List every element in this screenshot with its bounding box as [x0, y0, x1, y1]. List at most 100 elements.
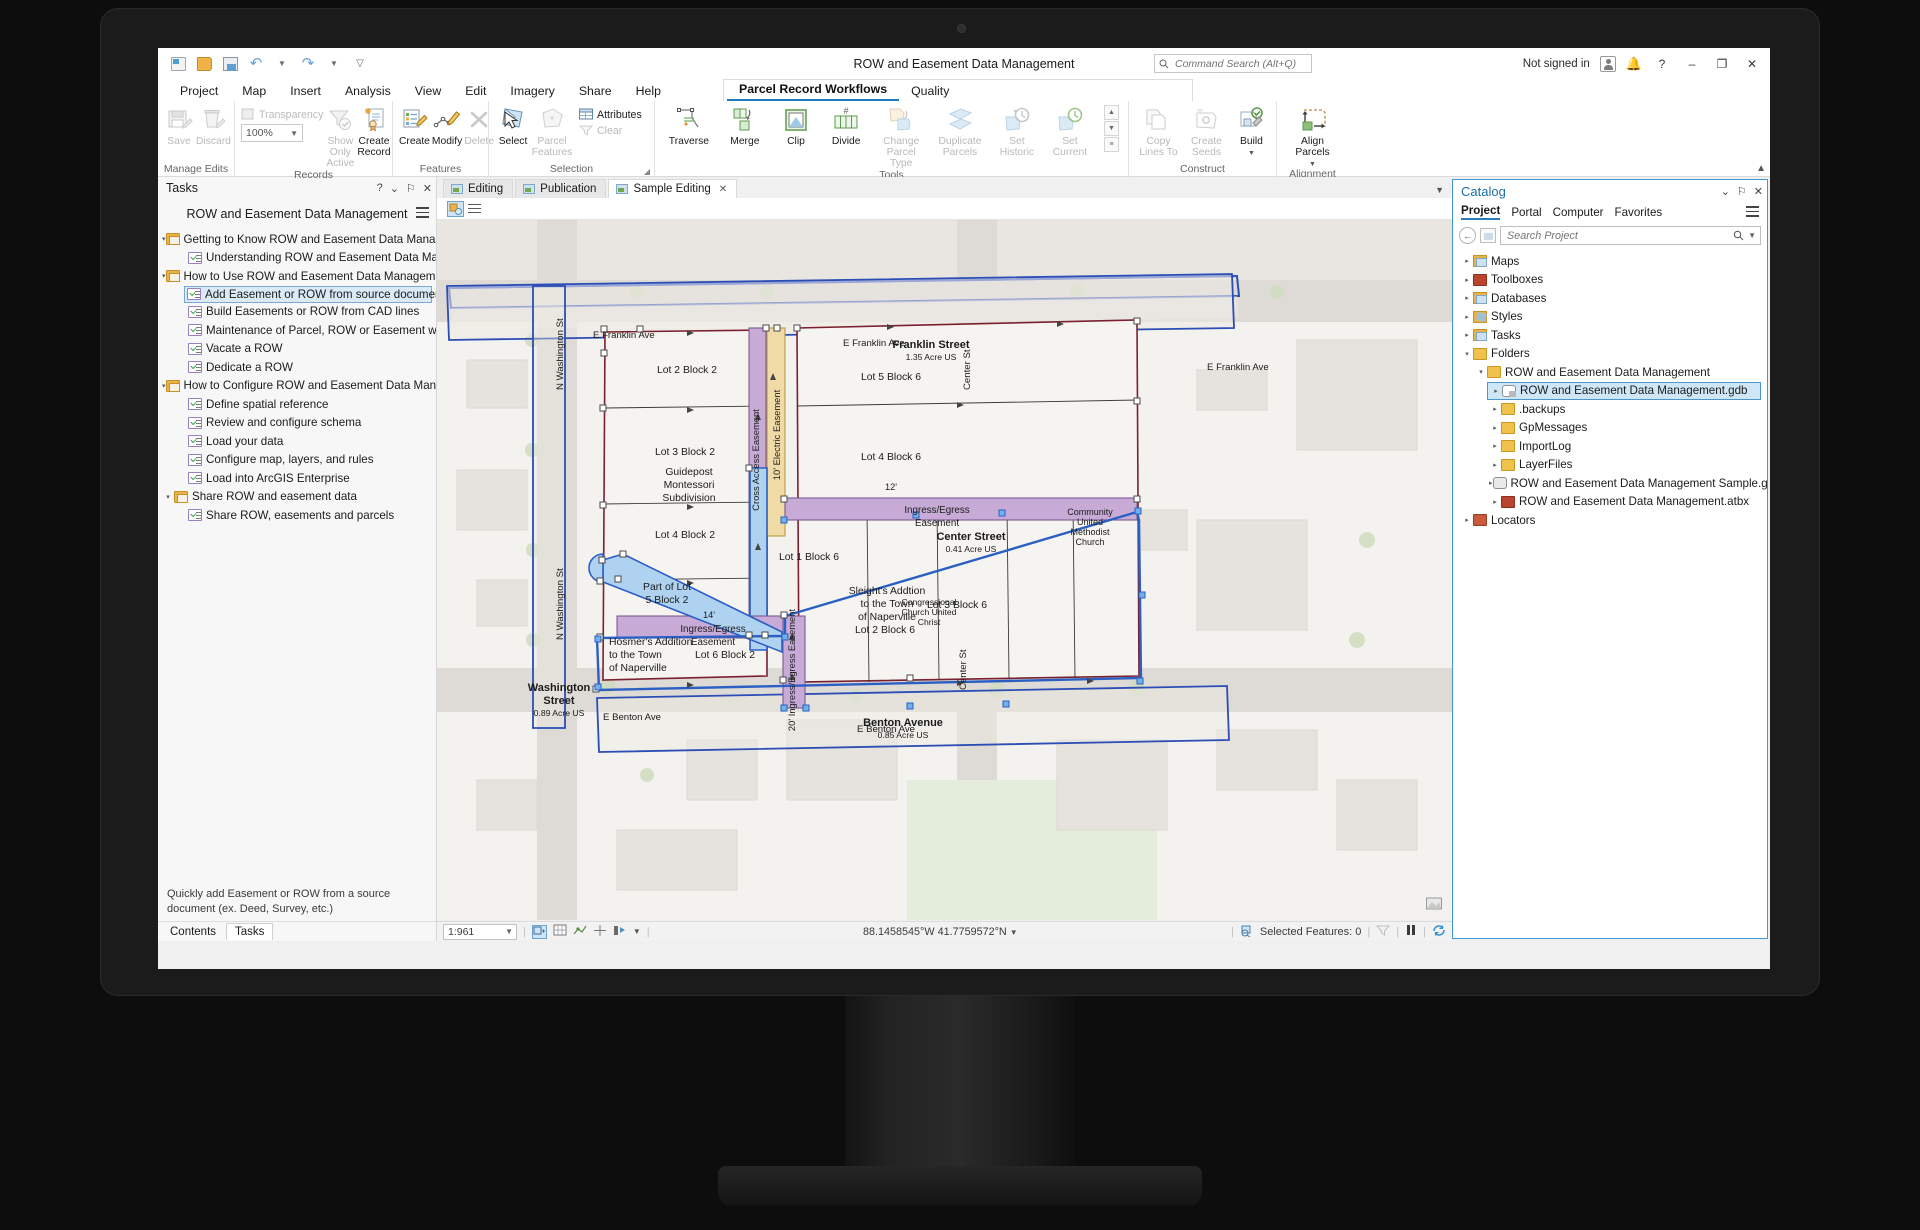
expand-triangle-icon[interactable]: ▸ [1461, 516, 1473, 524]
task-group-getting-to-know[interactable]: ▾ Getting to Know ROW and Easement Data … [158, 230, 436, 249]
map-canvas[interactable]: E Franklin Ave E Franklin Ave E Franklin… [437, 220, 1452, 921]
collapse-ribbon-icon[interactable]: ▲ [1756, 163, 1766, 174]
help-button[interactable]: ? [1652, 57, 1672, 71]
search-icon[interactable] [1733, 230, 1744, 241]
catalog-item-locators[interactable]: ▸ Locators [1453, 511, 1767, 530]
task-item-maintenance-of-parcel[interactable]: Maintenance of Parcel, ROW or Easement w… [158, 321, 436, 340]
ribbon-scroll-up-icon[interactable]: ▲ [1104, 105, 1119, 120]
ribbon-tab-map[interactable]: Map [230, 82, 278, 101]
task-item-load-your-data[interactable]: Load your data [158, 432, 436, 451]
catalog-item-maps[interactable]: ▸ Maps [1453, 252, 1767, 271]
catalog-item-row-folder[interactable]: ▾ ROW and Easement Data Management [1453, 363, 1767, 382]
expand-triangle-icon[interactable]: ▸ [1489, 479, 1493, 487]
ribbon-tab-insert[interactable]: Insert [278, 82, 333, 101]
maximize-button[interactable]: ❐ [1712, 57, 1732, 71]
ribbon-scroll-down-icon[interactable]: ▼ [1104, 121, 1119, 136]
discard-edits-button[interactable]: Discard [196, 105, 231, 148]
duplicate-parcels-button[interactable]: Duplicate Parcels [935, 105, 985, 159]
traverse-button[interactable]: Traverse [665, 105, 713, 148]
redo-icon[interactable]: ↷ [296, 53, 320, 75]
expand-triangle-icon[interactable]: ▸ [1490, 387, 1502, 395]
snapping-dropdown-icon[interactable]: ▼ [633, 927, 641, 936]
ribbon-tab-project[interactable]: Project [168, 82, 230, 101]
ribbon-scroll-more-icon[interactable]: ≡ [1104, 137, 1119, 152]
expand-triangle-icon[interactable]: ▸ [1461, 313, 1473, 321]
catalog-close-icon[interactable]: ✕ [1754, 185, 1763, 198]
task-item-dedicate-a-row[interactable]: Dedicate a ROW [158, 358, 436, 377]
notifications-icon[interactable]: 🔔 [1626, 56, 1642, 72]
task-group-how-to-use[interactable]: ▾ How to Use ROW and Easement Data Manag… [158, 267, 436, 286]
customize-quick-access-icon[interactable]: ▽ [348, 53, 372, 75]
back-arrow-icon[interactable]: ← [1459, 227, 1476, 244]
close-tab-icon[interactable]: ✕ [719, 184, 727, 195]
catalog-menu-icon[interactable]: ⌄ [1721, 185, 1730, 198]
ribbon-tab-view[interactable]: View [403, 82, 453, 101]
catalog-item-folders[interactable]: ▾ Folders [1453, 345, 1767, 364]
catalog-item-sample-gdb[interactable]: ▸ ROW and Easement Data Management Sampl… [1453, 474, 1767, 493]
catalog-tab-favorites[interactable]: Favorites [1615, 206, 1663, 219]
show-only-active-button[interactable]: Show Only Active [325, 105, 355, 169]
expand-triangle-icon[interactable]: ▸ [1461, 294, 1473, 302]
undo-icon[interactable]: ↶ [244, 53, 268, 75]
command-search-box[interactable] [1154, 54, 1312, 73]
copy-lines-to-button[interactable]: Copy Lines To [1137, 105, 1180, 159]
tab-contents[interactable]: Contents [162, 924, 224, 940]
ribbon-tab-edit[interactable]: Edit [453, 82, 498, 101]
map-tab-sample-editing[interactable]: Sample Editing ✕ [608, 179, 737, 198]
expand-triangle-icon[interactable]: ▸ [1489, 424, 1501, 432]
attributes-button[interactable]: Attributes [579, 108, 642, 121]
parcel-features-button[interactable]: Parcel Features [533, 105, 571, 159]
set-current-button[interactable]: Set Current [1049, 105, 1091, 159]
transparency-control[interactable]: Transparency [241, 108, 323, 121]
account-icon[interactable] [1600, 56, 1616, 72]
tasks-help-icon[interactable]: ? [377, 182, 383, 194]
save-project-icon[interactable] [218, 53, 242, 75]
divide-button[interactable]: # Divide [825, 105, 867, 148]
refresh-icon[interactable] [1432, 924, 1446, 940]
task-item-load-into-arcgis-enterprise[interactable]: Load into ArcGIS Enterprise [158, 469, 436, 488]
expand-triangle-icon[interactable]: ▾ [162, 493, 174, 501]
catalog-item-layerfiles[interactable]: ▸ LayerFiles [1453, 456, 1767, 475]
tasks-menu-icon[interactable]: ⌄ [390, 182, 399, 195]
align-parcels-dropdown-icon[interactable]: ▼ [1309, 161, 1316, 168]
transparency-value-combo[interactable]: 100% ▼ [241, 124, 303, 142]
task-group-share-row[interactable]: ▾ Share ROW and easement data [158, 488, 436, 507]
task-item-define-spatial-reference[interactable]: Define spatial reference [158, 395, 436, 414]
select-button[interactable]: Select [495, 105, 531, 148]
catalog-search-box[interactable]: ▼ [1500, 226, 1761, 245]
map-overlay-icon[interactable] [1426, 896, 1442, 913]
expand-triangle-icon[interactable]: ▾ [162, 382, 166, 390]
align-parcels-button[interactable]: Align Parcels ▼ [1287, 105, 1339, 168]
command-search-input[interactable] [1173, 57, 1305, 71]
catalog-item-backups[interactable]: ▸ .backups [1453, 400, 1767, 419]
snap-settings-icon[interactable] [613, 924, 627, 940]
minimize-button[interactable]: – [1682, 57, 1702, 71]
catalog-search-input[interactable] [1505, 229, 1733, 243]
redo-dropdown-icon[interactable]: ▼ [322, 53, 346, 75]
expand-triangle-icon[interactable]: ▸ [1489, 498, 1501, 506]
ribbon-tab-parcel-record-workflows[interactable]: Parcel Record Workflows [727, 80, 899, 101]
expand-triangle-icon[interactable]: ▸ [1489, 461, 1501, 469]
expand-triangle-icon[interactable]: ▸ [1461, 257, 1473, 265]
expand-triangle-icon[interactable]: ▸ [1489, 442, 1501, 450]
merge-button[interactable]: Merge [723, 105, 767, 148]
catalog-item-importlog[interactable]: ▸ ImportLog [1453, 437, 1767, 456]
set-historic-button[interactable]: Set Historic [995, 105, 1039, 159]
map-scale-combo[interactable]: 1:961 ▼ [443, 924, 517, 940]
selection-group-expander-icon[interactable]: ◢ [644, 167, 650, 176]
catalog-item-row-gdb[interactable]: ▸ ROW and Easement Data Management.gdb [1487, 382, 1761, 401]
create-record-button[interactable]: Create Record [357, 105, 390, 159]
create-features-button[interactable]: Create [399, 105, 430, 148]
catalog-item-styles[interactable]: ▸ Styles [1453, 308, 1767, 327]
list-icon[interactable] [468, 202, 483, 216]
ribbon-tab-quality[interactable]: Quality [899, 82, 961, 101]
create-seeds-button[interactable]: Create Seeds [1186, 105, 1227, 159]
catalog-item-atbx[interactable]: ▸ ROW and Easement Data Management.atbx [1453, 493, 1767, 512]
undo-dropdown-icon[interactable]: ▼ [270, 53, 294, 75]
catalog-pin-icon[interactable]: ⚐ [1737, 185, 1747, 198]
map-tabs-overflow-icon[interactable]: ▼ [1435, 185, 1444, 195]
clear-selection-button[interactable]: Clear [579, 124, 642, 137]
coordinates-dropdown-icon[interactable]: ▼ [1010, 928, 1018, 937]
map-tab-publication[interactable]: Publication [515, 179, 606, 198]
change-parcel-type-button[interactable]: Change Parcel Type [877, 105, 925, 169]
